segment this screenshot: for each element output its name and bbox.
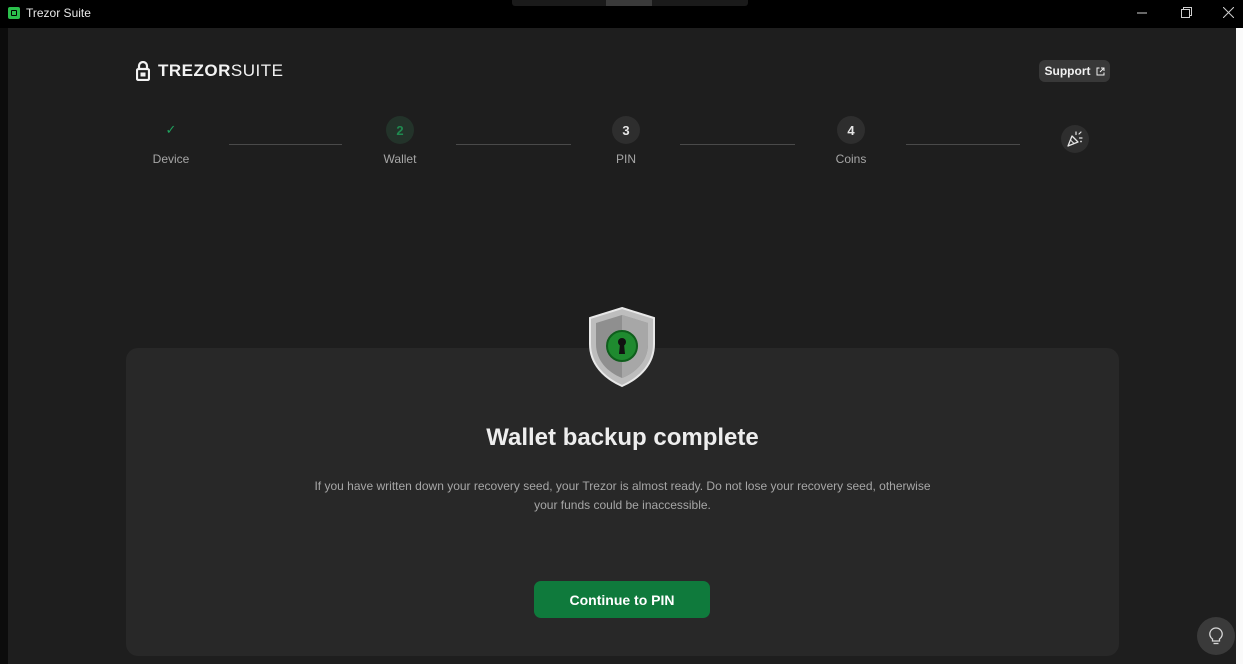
logo-text-bold: TREZOR	[158, 61, 231, 80]
support-label: Support	[1044, 64, 1091, 78]
logo-text-light: SUITE	[230, 61, 284, 80]
restore-icon	[1180, 7, 1192, 18]
trezor-suite-logo: TREZOR SUITE	[136, 61, 283, 81]
description-line-2: your funds could be inaccessible.	[534, 498, 711, 512]
step-pin-indicator: 3	[612, 116, 640, 144]
close-button[interactable]	[1208, 0, 1243, 28]
minimize-button[interactable]	[1122, 0, 1162, 28]
lightbulb-icon	[1209, 627, 1223, 645]
tips-button[interactable]	[1197, 617, 1235, 655]
step-final-indicator	[1061, 125, 1089, 153]
party-popper-icon	[1067, 131, 1083, 147]
description-line-1: If you have written down your recovery s…	[314, 479, 931, 493]
page-description: If you have written down your recovery s…	[126, 477, 1119, 515]
step-final	[1020, 125, 1130, 153]
continue-to-pin-button[interactable]: Continue to PIN	[534, 581, 710, 618]
support-button[interactable]: Support	[1039, 60, 1110, 82]
trezor-lock-icon	[136, 61, 150, 81]
close-icon	[1222, 6, 1234, 19]
step-coins: 4 Coins	[796, 116, 906, 166]
trezor-app-icon	[8, 7, 20, 19]
titlebar-drag-handle[interactable]	[512, 0, 748, 6]
window-frame-right	[1236, 28, 1243, 664]
step-connector	[456, 144, 571, 145]
step-pin: 3 PIN	[571, 116, 681, 166]
step-coins-label: Coins	[835, 152, 867, 166]
step-connector	[229, 144, 342, 145]
step-device-label: Device	[152, 152, 190, 166]
step-coins-indicator: 4	[837, 116, 865, 144]
window-titlebar: Trezor Suite	[0, 0, 1243, 28]
shield-keyhole-icon	[589, 306, 655, 388]
restore-button[interactable]	[1166, 0, 1206, 28]
app-content: TREZOR SUITE Support ✓ Device 2 Wallet 3…	[8, 28, 1236, 664]
step-connector	[680, 144, 795, 145]
step-wallet-indicator: 2	[386, 116, 414, 144]
step-connector	[906, 144, 1020, 145]
minimize-icon	[1136, 12, 1147, 14]
step-device: ✓ Device	[116, 116, 226, 166]
page-title: Wallet backup complete	[486, 424, 759, 451]
window-title: Trezor Suite	[26, 6, 91, 20]
step-device-indicator: ✓	[165, 122, 177, 137]
step-wallet: 2 Wallet	[345, 116, 455, 166]
window-frame-left	[0, 28, 8, 664]
step-pin-label: PIN	[615, 152, 636, 166]
step-wallet-label: Wallet	[383, 152, 417, 166]
external-link-icon	[1096, 67, 1104, 75]
